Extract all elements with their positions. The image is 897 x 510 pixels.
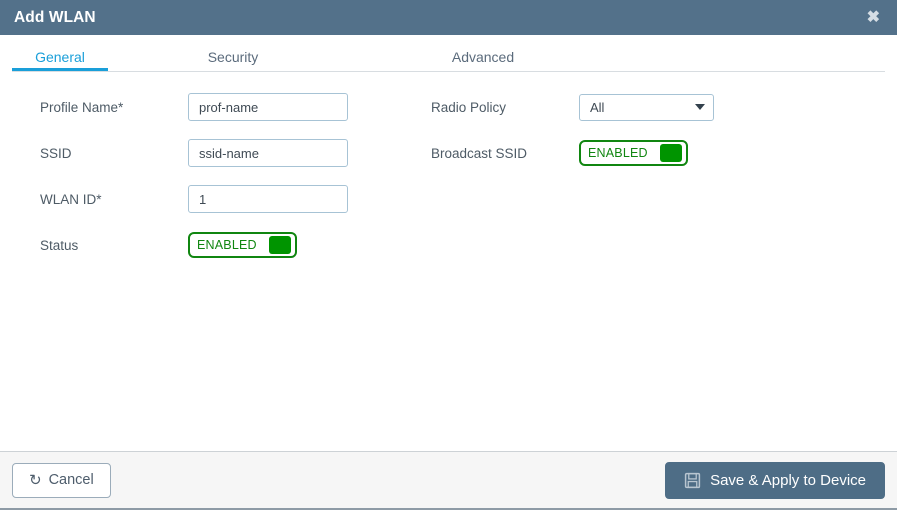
save-apply-button-label: Save & Apply to Device [710,471,866,489]
field-ssid: SSID [40,130,348,176]
radio-policy-value: All [590,99,605,115]
ssid-input[interactable] [188,139,348,167]
add-wlan-dialog: Add WLAN ✖ General Security Advanced Pro… [0,0,897,510]
broadcast-ssid-toggle-knob [659,144,682,162]
undo-icon: ↺ [29,471,42,489]
form-column-right: Radio Policy All Broadcast SSID ENABLED [431,84,714,176]
save-apply-button[interactable]: Save & Apply to Device [665,461,885,499]
tab-general-label: General [35,49,85,65]
dialog-titlebar: Add WLAN ✖ [0,0,897,35]
profile-name-input[interactable] [188,93,348,121]
profile-name-label: Profile Name* [40,99,124,115]
field-broadcast-ssid: Broadcast SSID ENABLED [431,130,714,176]
field-status: Status ENABLED [40,222,348,268]
broadcast-ssid-label: Broadcast SSID [431,145,528,161]
broadcast-ssid-toggle[interactable]: ENABLED [579,140,688,166]
status-label: Status [40,237,79,253]
tab-advanced-label: Advanced [451,49,515,65]
floppy-disk-save-icon [684,472,701,489]
wlan-id-input[interactable] [188,185,348,213]
radio-policy-select[interactable]: All [579,93,714,121]
dialog-body: Profile Name* SSID WLAN ID* Status ENABL… [0,72,897,451]
status-toggle-label: ENABLED [197,238,257,252]
tab-general[interactable]: General [12,49,108,72]
tab-security[interactable]: Security [108,49,358,72]
form-column-left: Profile Name* SSID WLAN ID* Status ENABL… [40,84,348,268]
tab-advanced[interactable]: Advanced [358,49,608,72]
ssid-label: SSID [40,145,72,161]
close-icon[interactable]: ✖ [864,8,883,28]
tab-security-label: Security [207,49,259,65]
radio-policy-label: Radio Policy [431,99,507,115]
dialog-footer: ↺ Cancel Save & Apply to Device [0,451,897,510]
field-radio-policy: Radio Policy All [431,84,714,130]
dialog-title: Add WLAN [14,8,96,26]
cancel-button[interactable]: ↺ Cancel [12,462,111,498]
broadcast-ssid-toggle-label: ENABLED [588,146,648,160]
tab-bar: General Security Advanced [0,35,897,72]
field-wlan-id: WLAN ID* [40,176,348,222]
wlan-id-label: WLAN ID* [40,191,102,207]
cancel-button-label: Cancel [48,472,94,488]
field-profile-name: Profile Name* [40,84,348,130]
status-toggle[interactable]: ENABLED [188,232,297,258]
status-toggle-knob [268,236,291,254]
